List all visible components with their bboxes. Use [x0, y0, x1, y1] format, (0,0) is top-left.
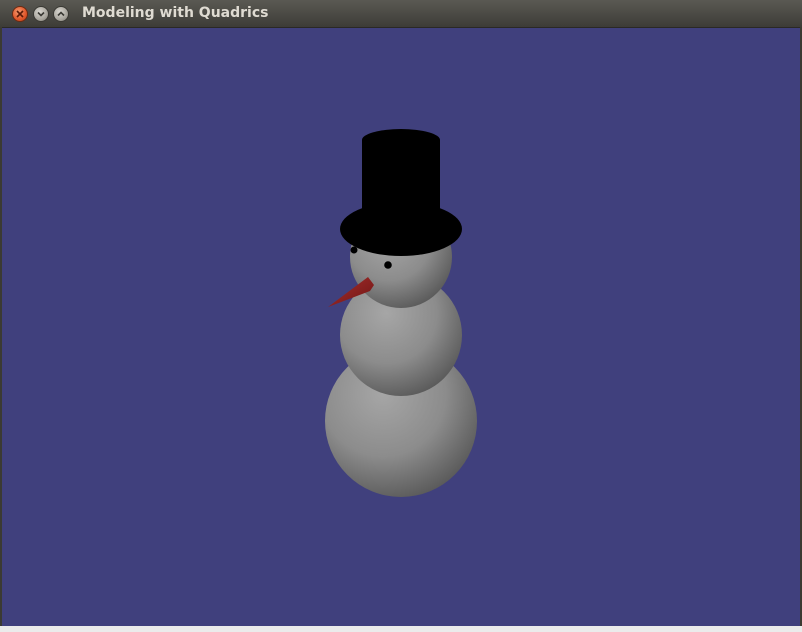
app-window: Modeling with Quadrics	[0, 0, 802, 632]
maximize-button[interactable]	[53, 6, 69, 22]
scene-canvas	[325, 129, 477, 497]
window-bottom-edge	[0, 626, 802, 632]
top-hat	[340, 129, 462, 256]
title-bar[interactable]: Modeling with Quadrics	[0, 0, 802, 28]
hat-crown	[362, 140, 440, 225]
close-icon	[16, 10, 24, 18]
close-button[interactable]	[12, 6, 28, 22]
minimize-button[interactable]	[33, 6, 49, 22]
hat-top	[362, 129, 440, 151]
gl-viewport[interactable]	[2, 28, 800, 626]
window-title: Modeling with Quadrics	[82, 5, 269, 21]
maximize-icon	[57, 11, 65, 17]
snowman-left-eye	[350, 246, 358, 254]
snowman-right-eye	[384, 261, 392, 269]
minimize-icon	[37, 11, 45, 17]
